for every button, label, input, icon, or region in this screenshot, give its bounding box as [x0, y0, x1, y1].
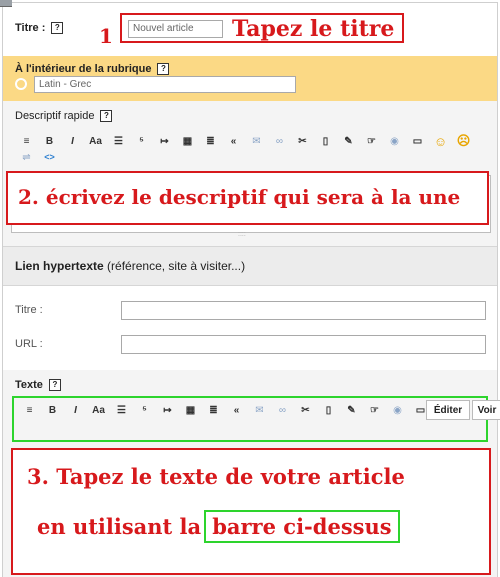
descriptif-help-icon[interactable]: ? — [100, 110, 113, 123]
texte-annotation-line2: en utilisant la barre ci-dessus — [37, 510, 400, 543]
edit-icon[interactable]: ✎ — [340, 402, 363, 418]
bold-button[interactable]: B — [38, 133, 61, 149]
lien-titre-label: Titre : — [15, 304, 43, 316]
descriptif-section: Descriptif rapide? ≡ B I Aa ☰ ⁵ ↦ ▦ ≣ « … — [3, 101, 497, 246]
align-icon[interactable]: ≡ — [15, 133, 38, 149]
quote-icon[interactable]: « — [225, 402, 248, 418]
align-icon[interactable]: ≡ — [18, 402, 41, 418]
descriptif-label: Descriptif rapide? — [15, 110, 113, 123]
texte-toolbar: ≡ B I Aa ☰ ⁵ ↦ ▦ ≣ « ✉ ∞ ✂ ▯ ✎ ☞ ◉ ▭ <> — [14, 400, 486, 436]
footnote-icon[interactable]: ↦ — [153, 133, 176, 149]
font-size-icon[interactable]: Aa — [84, 133, 107, 149]
title-help-icon[interactable]: ? — [51, 22, 64, 35]
edit-tab[interactable]: Éditer — [426, 400, 470, 420]
descriptif-annotation: 2. écrivez le descriptif qui sera à la u… — [18, 185, 461, 209]
list-icon[interactable]: ☰ — [107, 133, 130, 149]
list-icon[interactable]: ☰ — [110, 402, 133, 418]
document-icon[interactable]: ▯ — [317, 402, 340, 418]
link-icon[interactable]: ∞ — [271, 402, 294, 418]
link-icon[interactable]: ∞ — [268, 133, 291, 149]
texte-annotation-prefix: en utilisant la — [37, 514, 202, 539]
title-section: Titre :? 1 Nouvel article Tapez le titre — [3, 10, 497, 56]
search-icon[interactable] — [15, 78, 27, 90]
title-input[interactable]: Nouvel article — [128, 20, 223, 38]
resize-handle[interactable]: :::: — [238, 231, 246, 238]
hand-icon[interactable]: ☞ — [363, 402, 386, 418]
view-tab[interactable]: Voir — [472, 400, 500, 420]
rubrique-label: À l'intérieur de la rubrique? — [15, 63, 170, 76]
lien-titre-input[interactable] — [121, 301, 486, 320]
texte-section: Texte? ≡ B I Aa ☰ ⁵ ↦ ▦ ≣ « ✉ ∞ ✂ ▯ ✎ ☞ … — [3, 370, 500, 577]
lien-url-input[interactable] — [121, 335, 486, 354]
smiley-icon[interactable]: ☺ — [429, 133, 452, 149]
font-size-icon[interactable]: Aa — [87, 402, 110, 418]
code-icon[interactable]: <> — [38, 149, 61, 165]
scissors-icon[interactable]: ✂ — [294, 402, 317, 418]
superscript-icon[interactable]: ⁵ — [133, 402, 156, 418]
frame-icon[interactable]: ▭ — [406, 133, 429, 149]
rubrique-section: À l'intérieur de la rubrique? Latin - Gr… — [3, 56, 497, 101]
footnote-icon[interactable]: ↦ — [156, 402, 179, 418]
italic-button[interactable]: I — [61, 133, 84, 149]
paragraph-icon[interactable]: ≣ — [199, 133, 222, 149]
bold-button[interactable]: B — [41, 402, 64, 418]
paragraph-icon[interactable]: ≣ — [202, 402, 225, 418]
texte-toolbar-highlight: ≡ B I Aa ☰ ⁵ ↦ ▦ ≣ « ✉ ∞ ✂ ▯ ✎ ☞ ◉ ▭ <> … — [12, 396, 500, 442]
texte-annotation-boxed: barre ci-dessus — [204, 510, 400, 543]
lien-url-label: URL : — [15, 338, 43, 350]
italic-button[interactable]: I — [64, 402, 87, 418]
hand-icon[interactable]: ☞ — [360, 133, 383, 149]
descriptif-toolbar: ≡ B I Aa ☰ ⁵ ↦ ▦ ≣ « ✉ ∞ ✂ ▯ ✎ ☞ ◉ ▭ ☺ ☹… — [11, 131, 491, 167]
title-label: Titre :? — [15, 22, 64, 35]
scissors-icon[interactable]: ✂ — [291, 133, 314, 149]
arrows-icon[interactable]: ⇌ — [15, 149, 38, 165]
descriptif-highlight: 2. écrivez le descriptif qui sera à la u… — [6, 171, 489, 225]
title-input-highlight: Nouvel article Tapez le titre — [120, 13, 404, 43]
frown-icon[interactable]: ☹ — [452, 133, 475, 149]
eye-icon[interactable]: ◉ — [386, 402, 409, 418]
table-icon[interactable]: ▦ — [176, 133, 199, 149]
texte-area-highlight: 3. Tapez le texte de votre article en ut… — [11, 448, 491, 575]
window-corner-icon — [0, 0, 12, 7]
lien-section: Titre : URL : — [3, 286, 497, 370]
texte-annotation-line1: 3. Tapez le texte de votre article — [27, 464, 405, 489]
step-1-number: 1 — [99, 24, 113, 48]
texte-help-icon[interactable]: ? — [48, 379, 61, 392]
superscript-icon[interactable]: ⁵ — [130, 133, 153, 149]
texte-label: Texte? — [15, 379, 61, 392]
mail-icon[interactable]: ✉ — [248, 402, 271, 418]
rubrique-input[interactable]: Latin - Grec — [34, 76, 296, 93]
table-icon[interactable]: ▦ — [179, 402, 202, 418]
eye-icon[interactable]: ◉ — [383, 133, 406, 149]
lien-header: Lien hypertexte (référence, site à visit… — [3, 246, 497, 286]
rubrique-help-icon[interactable]: ? — [157, 63, 170, 76]
mail-icon[interactable]: ✉ — [245, 133, 268, 149]
lien-header-text: Lien hypertexte (référence, site à visit… — [15, 259, 246, 273]
edit-icon[interactable]: ✎ — [337, 133, 360, 149]
quote-icon[interactable]: « — [222, 133, 245, 149]
document-icon[interactable]: ▯ — [314, 133, 337, 149]
title-annotation: Tapez le titre — [232, 16, 395, 42]
